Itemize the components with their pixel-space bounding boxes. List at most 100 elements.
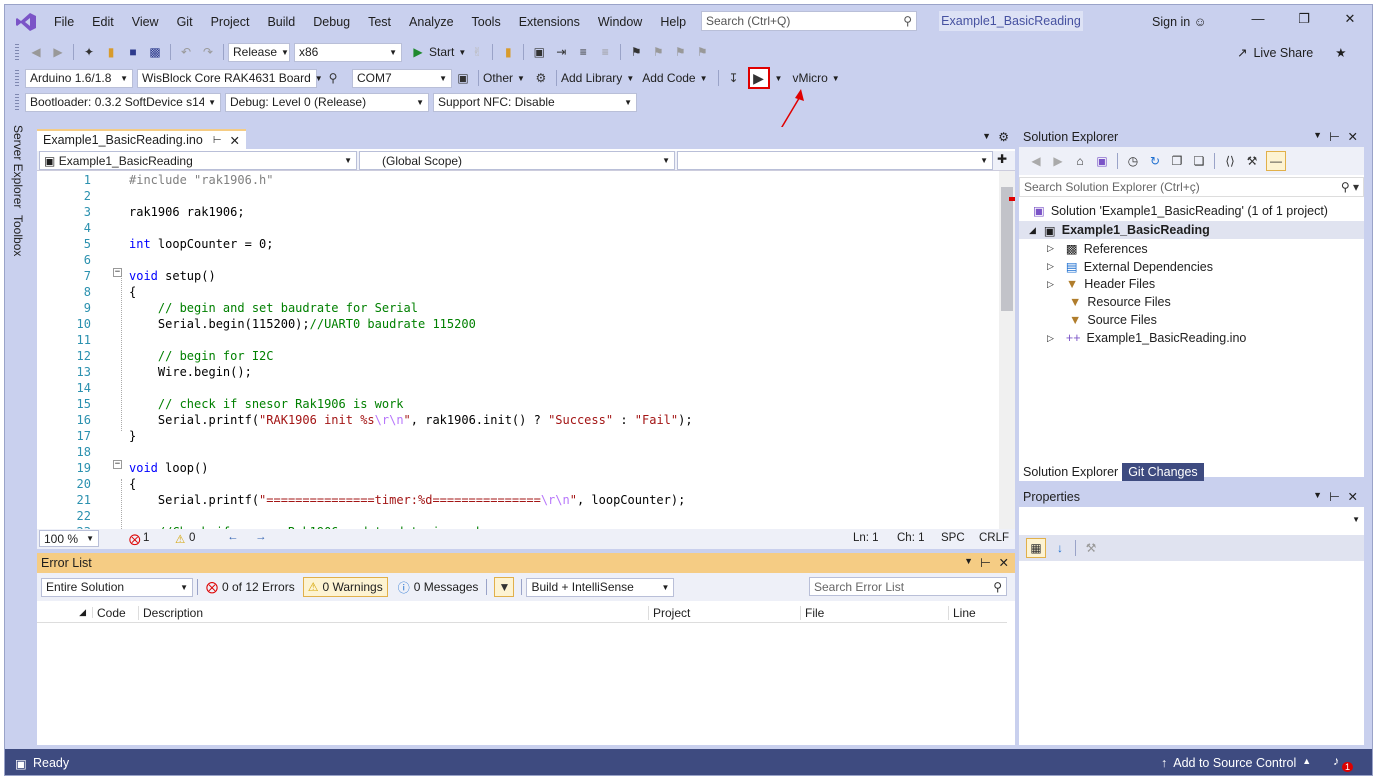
serial-monitor-icon[interactable]: ▣ [455,70,471,86]
menu-build[interactable]: Build [258,15,304,29]
menu-view[interactable]: View [123,15,168,29]
settings-gear-icon[interactable]: ⚙ [533,70,549,86]
errors-filter-button[interactable]: ⨂ 0 of 12 Errors [202,578,299,596]
code-line[interactable]: Serial.begin(115200);//UART0 baudrate 11… [129,317,476,331]
collapse-setup-icon[interactable]: − [113,268,122,277]
tree-item-external-dependencies[interactable]: ▷ ▤ External Dependencies [1047,259,1213,275]
filter-icon[interactable]: ▼ [494,577,515,597]
preview-toggle-icon[interactable]: — [1266,151,1286,171]
tab-git-changes[interactable]: Git Changes [1122,463,1204,481]
error-scope-dropdown[interactable]: Entire Solution ▼ [41,577,193,597]
object-dropdown[interactable]: ▼ [1019,511,1364,531]
nfc-dropdown[interactable]: Support NFC: Disable ▼ [433,92,637,112]
code-line[interactable]: // begin for I2C [129,349,274,363]
column-code[interactable]: Code [93,605,139,620]
search-input[interactable]: Search (Ctrl+Q) [706,14,790,28]
code-line[interactable]: rak1906 rak1906; [129,205,245,219]
property-pages-icon[interactable]: ⚒ [1083,540,1099,556]
code-line[interactable]: #include "rak1906.h" [129,173,274,187]
add-code-menu[interactable]: Add Code [642,71,695,85]
build-source-dropdown[interactable]: Build + IntelliSense ▼ [526,577,675,597]
file-scope-dropdown[interactable]: ▣ Example1_BasicReading ▼ [39,151,357,170]
code-line[interactable]: void loop() [129,461,208,475]
se-pin-icon[interactable]: ⊢ [1329,129,1340,144]
menu-test[interactable]: Test [359,15,400,29]
sort-icon[interactable]: ◢ [37,607,93,618]
code-line[interactable]: { [129,285,136,299]
categorized-icon[interactable]: ▦ [1026,538,1046,558]
close-icon[interactable]: ✕ [1327,11,1372,27]
tree-item-resource-files[interactable]: ▼ Resource Files [1069,295,1171,309]
solution-node[interactable]: ▣ Solution 'Example1_BasicReading' (1 of … [1033,203,1328,219]
error-count-icon[interactable]: ⨂ [129,532,141,546]
pin-icon[interactable]: ⊢ [213,135,222,146]
menu-git[interactable]: Git [168,15,202,29]
code-area[interactable]: − − 1 #include "rak1906.h" 2 3 rak1906 rak19… [37,171,997,529]
properties-wrench-icon[interactable]: ⚒ [1244,153,1260,169]
code-line[interactable]: // begin and set baudrate for Serial [129,301,418,315]
se-forward-icon[interactable]: ▶ [1050,153,1066,169]
tab-settings-icon[interactable]: ⚙ [998,130,1009,144]
save-icon[interactable]: ■ [125,44,141,60]
code-line[interactable]: // check if snesor Rak1906 is work [129,397,404,411]
folder-search-icon[interactable]: ▮ [500,44,516,60]
switch-views-icon[interactable]: ▣ [1094,153,1110,169]
collapse-all-icon[interactable]: ❐ [1169,153,1185,169]
bookmark-prev-icon[interactable]: ⚑ [650,44,666,60]
error-search-box[interactable]: Search Error List ⚲ [809,577,1007,596]
tab-overflow-icon[interactable]: ▼ [982,131,991,141]
undo-icon[interactable]: ↶ [178,44,194,60]
column-description[interactable]: Description [139,605,649,620]
split-icon[interactable]: ✚ [997,152,1007,166]
pending-changes-icon[interactable]: ◷ [1125,153,1141,169]
code-line[interactable]: int loopCounter = 0; [129,237,274,251]
nav-back-icon[interactable]: ← [227,531,239,543]
server-explorer-tab[interactable]: Server Explorer [11,125,25,208]
close-panel-icon[interactable]: ✕ [999,555,1009,570]
code-line[interactable]: Wire.begin(); [129,365,252,379]
menu-debug[interactable]: Debug [304,15,359,29]
bootloader-dropdown[interactable]: Bootloader: 0.3.2 SoftDevice s140 7 ▼ [25,92,221,112]
sync-icon[interactable]: ↻ [1147,153,1163,169]
vmicro-menu[interactable]: vMicro [792,71,827,85]
close-tab-icon[interactable]: ✕ [230,133,240,148]
source-control-button[interactable]: ↑ Add to Source Control ▲ [1161,756,1311,770]
back-icon[interactable]: ◀ [28,44,44,60]
code-line[interactable]: Serial.printf("RAK1906 init %s\r\n", rak… [129,413,693,427]
menu-file[interactable]: File [45,15,83,29]
hot-reload-icon[interactable]: ✌ [469,44,485,60]
code-view-icon[interactable]: ⟨⟩ [1222,153,1238,169]
menu-analyze[interactable]: Analyze [400,15,462,29]
bookmark-clear-icon[interactable]: ⚑ [694,44,710,60]
minimize-icon[interactable]: — [1235,11,1281,27]
board-dropdown[interactable]: WisBlock Core RAK4631 Board ▼ [137,68,323,88]
indent-icon[interactable]: ≡ [575,44,591,60]
panel-menu-icon[interactable]: ▼ [964,556,973,566]
zoom-dropdown[interactable]: 100 % ▼ [39,530,99,547]
alphabetical-icon[interactable]: ↓ [1052,540,1068,556]
search-box[interactable]: Search (Ctrl+Q) ⚲ [701,11,917,31]
home-icon[interactable]: ⌂ [1072,153,1088,169]
maximize-icon[interactable]: ❐ [1281,11,1327,27]
redo-icon[interactable]: ↷ [200,44,216,60]
tab-solution-explorer[interactable]: Solution Explorer [1019,463,1123,481]
vertical-scrollbar[interactable] [999,171,1015,529]
vs-logo-icon[interactable] [15,12,37,32]
forward-icon[interactable]: ▶ [50,44,66,60]
menu-extensions[interactable]: Extensions [510,15,589,29]
column-line[interactable]: Line [949,606,989,620]
tree-item-references[interactable]: ▷ ▩ References [1047,241,1148,257]
project-node[interactable]: ◢ ▣ Example1_BasicReading [1019,221,1364,239]
se-back-icon[interactable]: ◀ [1028,153,1044,169]
add-library-menu[interactable]: Add Library [561,71,622,85]
menu-help[interactable]: Help [651,15,695,29]
comment-icon[interactable]: ≡ [597,44,613,60]
tree-item-header-files[interactable]: ▷ ▼ Header Files [1047,277,1155,291]
feedback-icon[interactable]: ★ [1335,45,1346,60]
code-line[interactable]: Serial.printf("===============timer:%d==… [129,493,685,507]
open-folder-icon[interactable]: ▮ [103,44,119,60]
column-project[interactable]: Project [649,605,801,620]
prop-pin-icon[interactable]: ⊢ [1329,489,1340,504]
toolbox-tab[interactable]: Toolbox [11,215,25,256]
se-menu-icon[interactable]: ▼ [1313,130,1322,140]
